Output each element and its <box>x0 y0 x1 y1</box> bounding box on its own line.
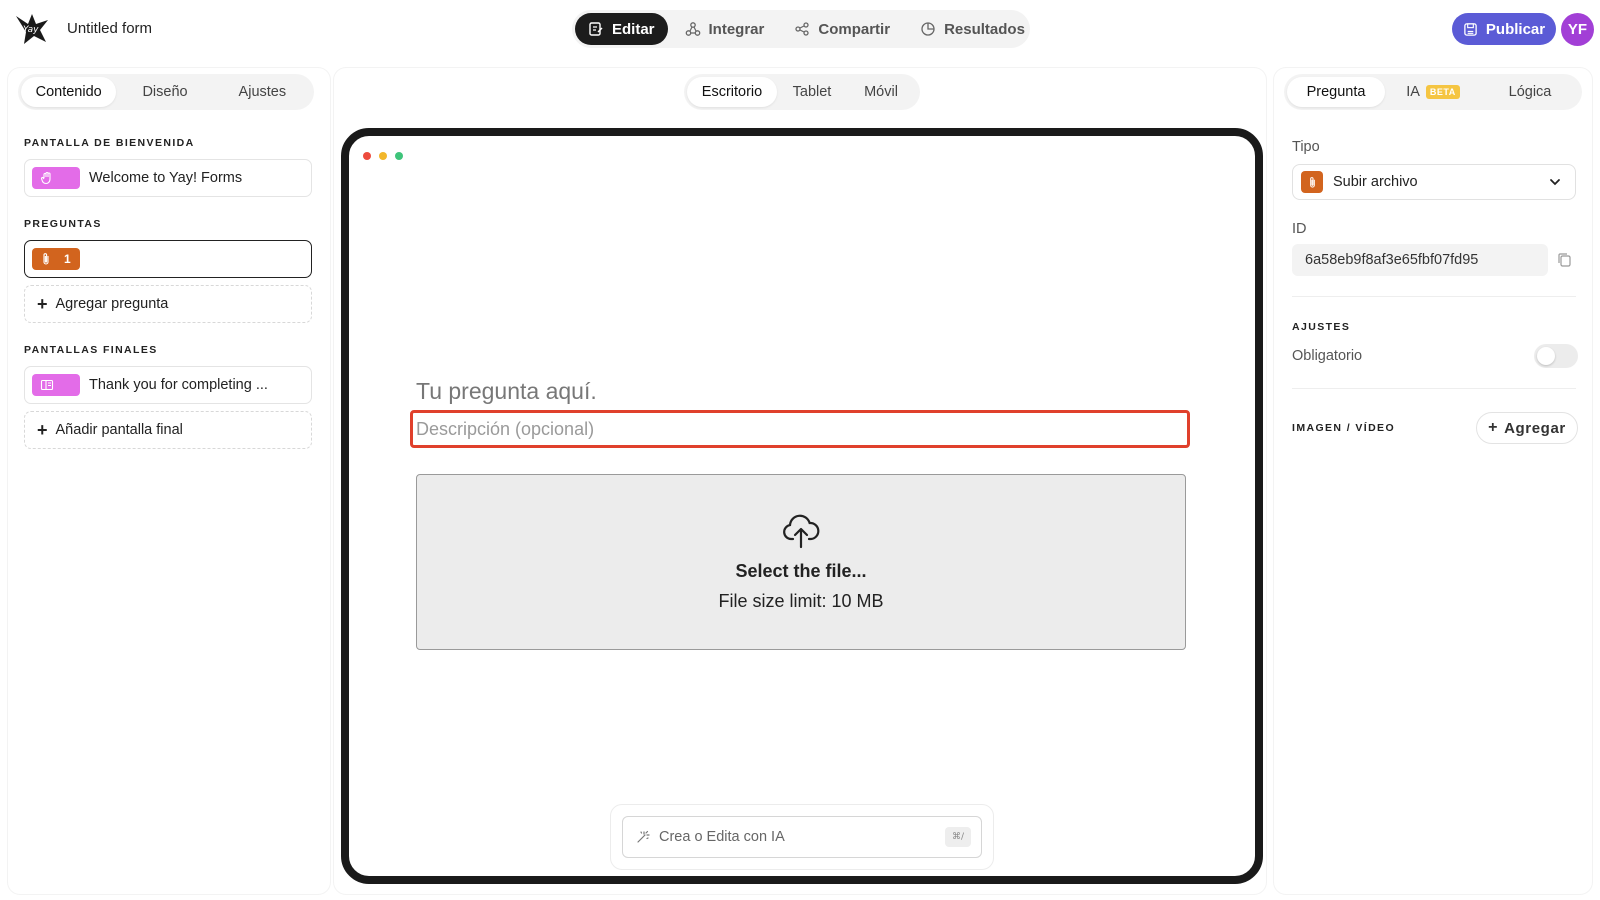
plus-icon: + <box>1488 419 1499 436</box>
device-tab-escritorio[interactable]: Escritorio <box>687 77 777 107</box>
plus-icon: + <box>37 420 48 440</box>
yay-logo-icon[interactable]: Yay <box>14 10 50 46</box>
add-question-button[interactable]: + Agregar pregunta <box>24 285 312 323</box>
magic-wand-icon <box>637 830 650 843</box>
tab-ia[interactable]: IA BETA <box>1385 77 1481 107</box>
integrate-icon <box>685 22 700 36</box>
window-dots <box>363 152 403 160</box>
end-screen-item[interactable]: Thank you for completing ... <box>24 366 312 404</box>
end-screen-chip <box>32 374 80 396</box>
divider <box>1292 296 1576 297</box>
required-label: Obligatorio <box>1292 348 1363 364</box>
plus-icon: + <box>37 294 48 314</box>
upload-limit: File size limit: 10 MB <box>718 591 884 611</box>
tab-resultados[interactable]: Resultados <box>907 13 1038 45</box>
tab-contenido[interactable]: Contenido <box>21 77 117 107</box>
svg-text:Yay: Yay <box>23 25 39 35</box>
upload-title: Select the file... <box>735 561 867 581</box>
chevron-down-icon <box>1550 179 1560 186</box>
hand-icon <box>40 171 51 185</box>
end-screen-icon <box>40 379 54 391</box>
media-section-label: IMAGEN / VÍDEO <box>1292 422 1396 434</box>
publish-label: Publicar <box>1485 20 1546 38</box>
tab-editar[interactable]: Editar <box>575 13 668 45</box>
tab-editar-label: Editar <box>612 20 655 38</box>
add-end-screen-button[interactable]: + Añadir pantalla final <box>24 411 312 449</box>
divider <box>1292 388 1576 389</box>
results-icon <box>921 22 935 36</box>
add-media-label: Agregar <box>1504 419 1566 437</box>
questions-section-label: PREGUNTAS <box>24 218 102 230</box>
description-input[interactable]: Descripción (opcional) <box>410 410 1190 448</box>
ai-placeholder: Crea o Edita con IA <box>659 829 785 845</box>
tab-compartir[interactable]: Compartir <box>781 13 903 45</box>
tab-integrar-label: Integrar <box>708 20 765 38</box>
add-question-label: Agregar pregunta <box>55 296 169 312</box>
add-end-screen-label: Añadir pantalla final <box>55 422 183 438</box>
right-tabs: Pregunta IA BETA Lógica <box>1284 74 1582 110</box>
edit-icon <box>589 22 603 36</box>
type-label: Tipo <box>1292 139 1320 155</box>
device-tabs: Escritorio Tablet Móvil <box>684 74 920 110</box>
tab-pregunta[interactable]: Pregunta <box>1287 77 1385 107</box>
publish-button[interactable]: Publicar <box>1452 13 1556 45</box>
type-chip <box>1301 171 1323 193</box>
tab-diseno[interactable]: Diseño <box>116 77 213 107</box>
question-id-field[interactable]: 6a58eb9f8af3e65fbf07fd95 <box>1292 244 1548 276</box>
question-item[interactable]: 1 <box>24 240 312 278</box>
tab-ajustes[interactable]: Ajustes <box>214 77 311 107</box>
mode-tabs: Editar Integrar Compartir Resultados <box>572 10 1030 48</box>
welcome-section-label: PANTALLA DE BIENVENIDA <box>24 137 195 149</box>
question-title-input[interactable]: Tu pregunta aquí. <box>416 378 597 405</box>
question-number: 1 <box>64 252 71 266</box>
device-tab-movil[interactable]: Móvil <box>847 77 915 107</box>
beta-badge: BETA <box>1425 85 1460 99</box>
copy-icon[interactable] <box>1556 252 1572 268</box>
yellow-dot <box>379 152 387 160</box>
cloud-upload-icon <box>783 514 820 549</box>
id-label: ID <box>1292 221 1307 237</box>
red-dot <box>363 152 371 160</box>
left-tabs: Contenido Diseño Ajustes <box>18 74 314 110</box>
green-dot <box>395 152 403 160</box>
description-placeholder: Descripción (opcional) <box>416 418 595 439</box>
tab-resultados-label: Resultados <box>944 20 1025 38</box>
type-value: Subir archivo <box>1333 174 1418 190</box>
tab-ia-label: IA <box>1406 84 1420 100</box>
paperclip-icon <box>1309 176 1315 188</box>
question-type-select[interactable]: Subir archivo <box>1292 164 1576 200</box>
device-tab-tablet[interactable]: Tablet <box>777 77 847 107</box>
form-title[interactable]: Untitled form <box>67 20 152 37</box>
ai-prompt-bar: Crea o Edita con IA ⌘/ <box>610 804 994 870</box>
toggle-knob <box>1537 347 1555 365</box>
top-bar: Yay Untitled form Editar Integrar Compar… <box>0 0 1600 60</box>
share-icon <box>795 22 810 36</box>
end-screens-section-label: PANTALLAS FINALES <box>24 344 158 356</box>
tab-logica[interactable]: Lógica <box>1481 77 1579 107</box>
welcome-screen-item[interactable]: Welcome to Yay! Forms <box>24 159 312 197</box>
shortcut-badge: ⌘/ <box>945 827 971 847</box>
add-media-button[interactable]: + Agregar <box>1476 412 1578 444</box>
required-toggle[interactable] <box>1534 344 1578 368</box>
avatar[interactable]: YF <box>1561 13 1594 46</box>
file-upload-area[interactable]: Select the file... File size limit: 10 M… <box>416 474 1186 650</box>
welcome-item-label: Welcome to Yay! Forms <box>89 170 243 186</box>
paperclip-icon <box>43 253 49 265</box>
end-item-label: Thank you for completing ... <box>89 377 268 393</box>
tab-compartir-label: Compartir <box>818 20 891 38</box>
question-chip: 1 <box>32 248 80 270</box>
settings-section-label: AJUSTES <box>1292 321 1351 333</box>
tab-integrar[interactable]: Integrar <box>672 13 778 45</box>
welcome-chip <box>32 167 80 189</box>
save-icon <box>1464 22 1477 36</box>
ai-prompt-input[interactable]: Crea o Edita con IA ⌘/ <box>622 816 982 858</box>
